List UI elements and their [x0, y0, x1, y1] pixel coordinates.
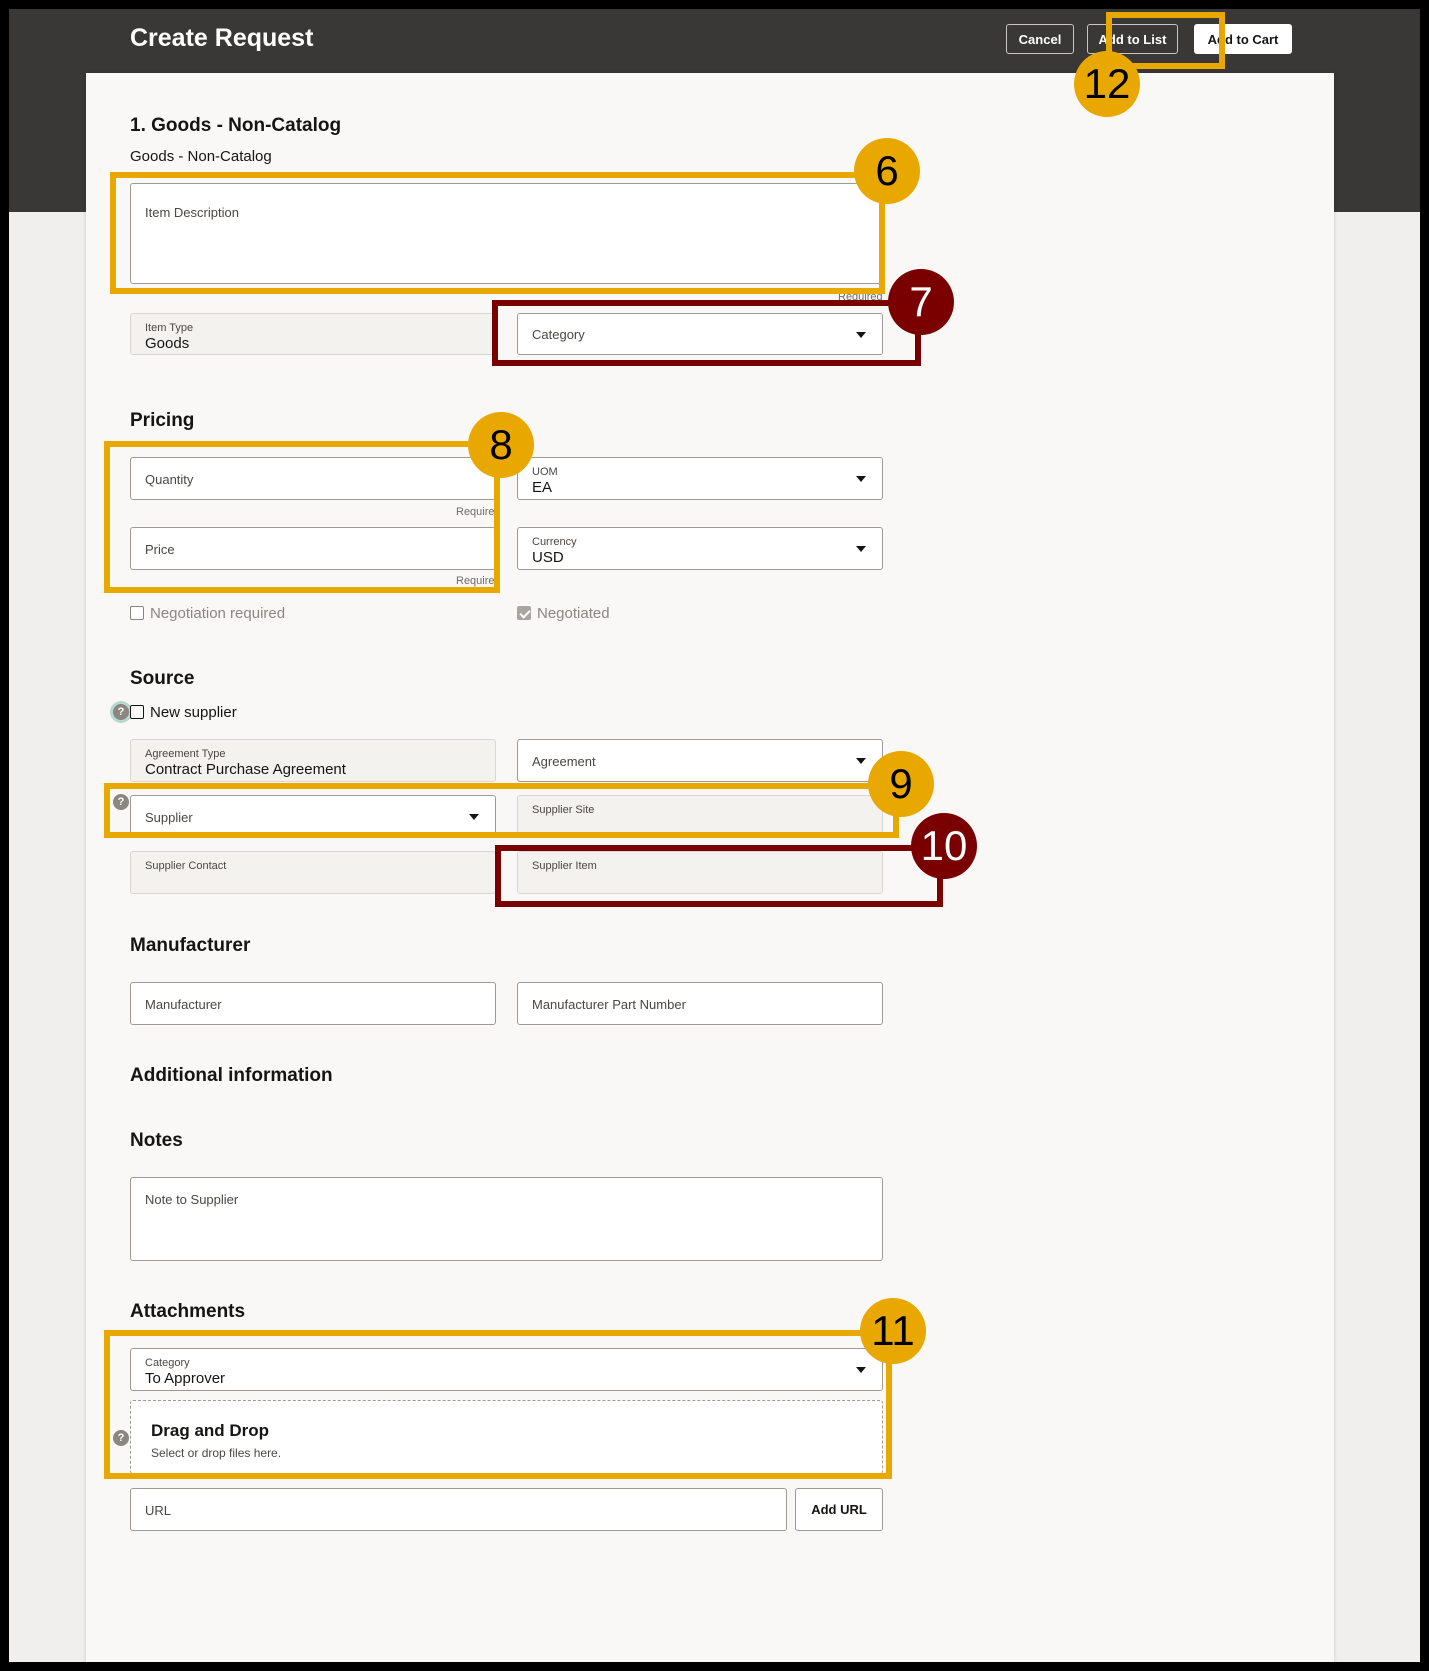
negotiation-required-label: Negotiation required — [150, 605, 286, 622]
agreement-label: Agreement — [532, 754, 596, 769]
agreement-type-value: Contract Purchase Agreement — [145, 761, 346, 778]
chevron-down-icon — [856, 758, 866, 764]
screenshot-frame: Create Request Cancel Add to List Add to… — [0, 0, 1429, 1671]
url-label: URL — [145, 1503, 172, 1518]
source-heading: Source — [130, 668, 195, 689]
page-title: Create Request — [130, 24, 314, 52]
agreement-type-label: Agreement Type — [145, 748, 226, 760]
additional-information-heading: Additional information — [130, 1065, 333, 1086]
note-to-supplier-field[interactable]: Note to Supplier — [130, 1177, 883, 1261]
callout-badge-7: 7 — [888, 269, 954, 335]
callout-badge-6: 6 — [854, 138, 920, 204]
new-supplier-label: New supplier — [150, 704, 237, 721]
attachments-heading: Attachments — [130, 1301, 246, 1322]
currency-label: Currency — [532, 536, 577, 548]
add-url-button[interactable]: Add URL — [795, 1488, 883, 1531]
notes-heading: Notes — [130, 1130, 183, 1151]
new-supplier-checkbox[interactable] — [130, 705, 144, 719]
note-to-supplier-label: Note to Supplier — [145, 1192, 239, 1207]
manufacturer-input[interactable]: Manufacturer — [130, 982, 496, 1025]
callout-highlight-7 — [492, 300, 921, 366]
help-icon[interactable]: ? — [113, 704, 129, 720]
callout-badge-10: 10 — [911, 813, 977, 879]
callout-highlight-9 — [104, 783, 899, 838]
item-type-field: Item Type Goods — [130, 313, 496, 355]
agreement-select[interactable]: Agreement — [517, 739, 883, 782]
callout-highlight-8 — [104, 441, 500, 593]
uom-select[interactable]: UOM EA — [517, 457, 883, 500]
item-type-value: Goods — [145, 335, 190, 352]
callout-highlight-10 — [495, 845, 943, 907]
negotiated-label: Negotiated — [537, 605, 610, 622]
manufacturer-heading: Manufacturer — [130, 935, 251, 956]
manufacturer-label: Manufacturer — [145, 997, 222, 1012]
pricing-heading: Pricing — [130, 410, 195, 431]
supplier-contact-field: Supplier Contact — [130, 851, 496, 894]
chevron-down-icon — [856, 476, 866, 482]
manufacturer-part-number-input[interactable]: Manufacturer Part Number — [517, 982, 883, 1025]
callout-badge-12: 12 — [1074, 51, 1140, 117]
negotiated-checkbox[interactable] — [517, 606, 531, 620]
supplier-contact-label: Supplier Contact — [145, 860, 227, 872]
uom-value: EA — [532, 479, 553, 496]
currency-select[interactable]: Currency USD — [517, 527, 883, 570]
negotiation-required-checkbox[interactable] — [130, 606, 144, 620]
currency-value: USD — [532, 549, 564, 566]
cancel-button[interactable]: Cancel — [1006, 24, 1074, 54]
url-input[interactable]: URL — [130, 1488, 787, 1531]
line-heading: 1. Goods - Non-Catalog — [130, 115, 342, 136]
callout-highlight-6 — [110, 172, 885, 294]
callout-badge-11: 11 — [860, 1298, 926, 1364]
chevron-down-icon — [856, 546, 866, 552]
uom-label: UOM — [532, 466, 558, 478]
callout-highlight-11 — [104, 1330, 892, 1479]
item-type-label: Item Type — [145, 322, 194, 334]
callout-badge-8: 8 — [468, 412, 534, 478]
agreement-type-field: Agreement Type Contract Purchase Agreeme… — [130, 739, 496, 782]
callout-badge-9: 9 — [868, 751, 934, 817]
line-subtitle: Goods - Non-Catalog — [130, 148, 272, 165]
manufacturer-part-number-label: Manufacturer Part Number — [532, 997, 686, 1012]
